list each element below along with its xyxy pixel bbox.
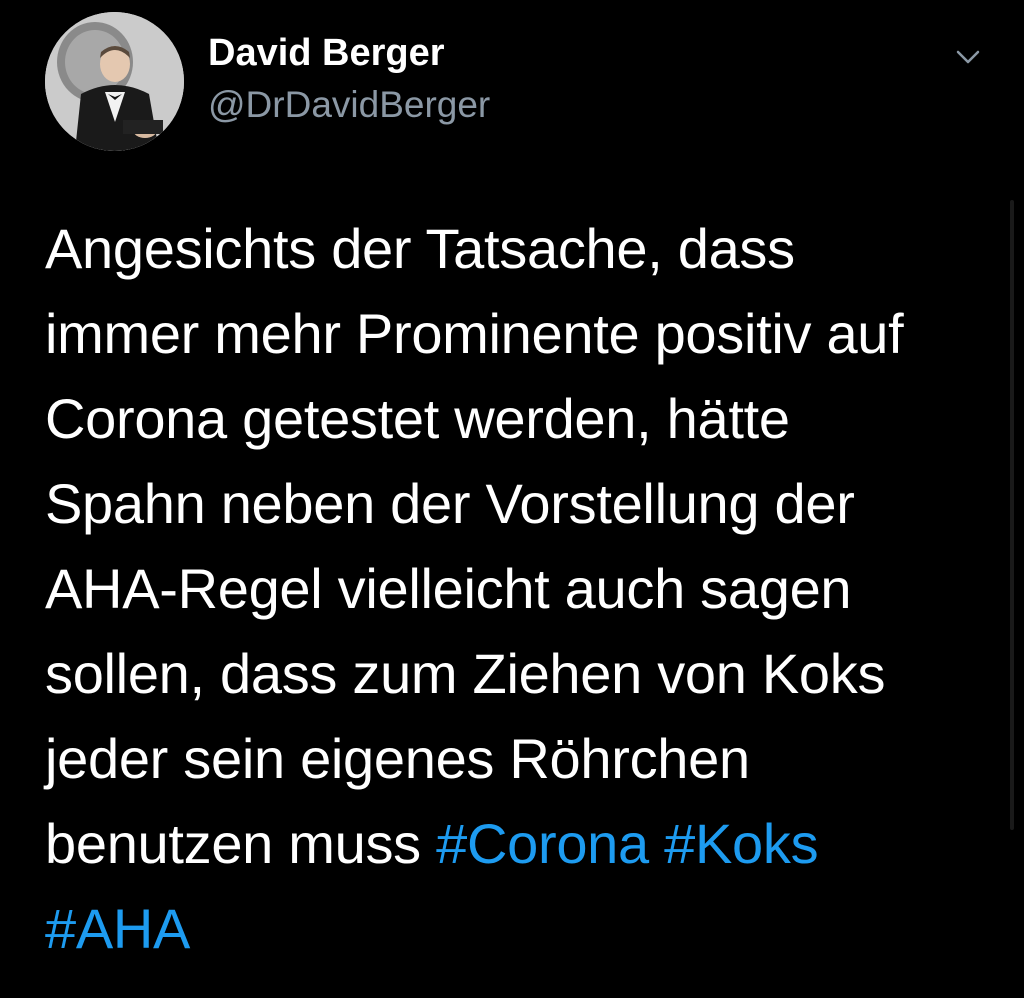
tweet-text-line: Corona getestet werden, hätte	[45, 387, 790, 450]
profile-photo-icon	[45, 12, 184, 151]
chevron-down-icon	[956, 50, 980, 64]
tweet-text-fragment: benutzen muss	[45, 812, 437, 875]
tweet-text-line-hashtags: #AHA	[45, 886, 965, 971]
tweet-card: David Berger @DrDavidBerger Angesichts d…	[0, 0, 1024, 998]
tweet-text-line: Angesichts der Tatsache, dass	[45, 217, 795, 280]
tweet-menu-button[interactable]	[946, 40, 990, 76]
scrollbar[interactable]	[1010, 200, 1014, 830]
hashtag-link-corona[interactable]: #Corona	[436, 812, 649, 875]
tweet-text-line: Spahn neben der Vorstellung der	[45, 472, 855, 535]
hashtag-link-koks[interactable]: #Koks	[664, 812, 818, 875]
tweet-text: Angesichts der Tatsache, dass immer mehr…	[45, 206, 965, 971]
tweet-text-line: AHA-Regel vielleicht auch sagen	[45, 557, 852, 620]
author-handle[interactable]: @DrDavidBerger	[208, 84, 490, 126]
tweet-text-line-last: benutzen muss #Corona #Koks	[45, 801, 965, 886]
tweet-text-line: jeder sein eigenes Röhrchen	[45, 727, 750, 790]
tweet-text-line: immer mehr Prominente positiv auf	[45, 302, 904, 365]
avatar[interactable]	[45, 12, 184, 151]
author-name[interactable]: David Berger	[208, 32, 445, 75]
hashtag-link-aha[interactable]: #AHA	[45, 897, 190, 960]
tweet-text-line: sollen, dass zum Ziehen von Koks	[45, 642, 886, 705]
